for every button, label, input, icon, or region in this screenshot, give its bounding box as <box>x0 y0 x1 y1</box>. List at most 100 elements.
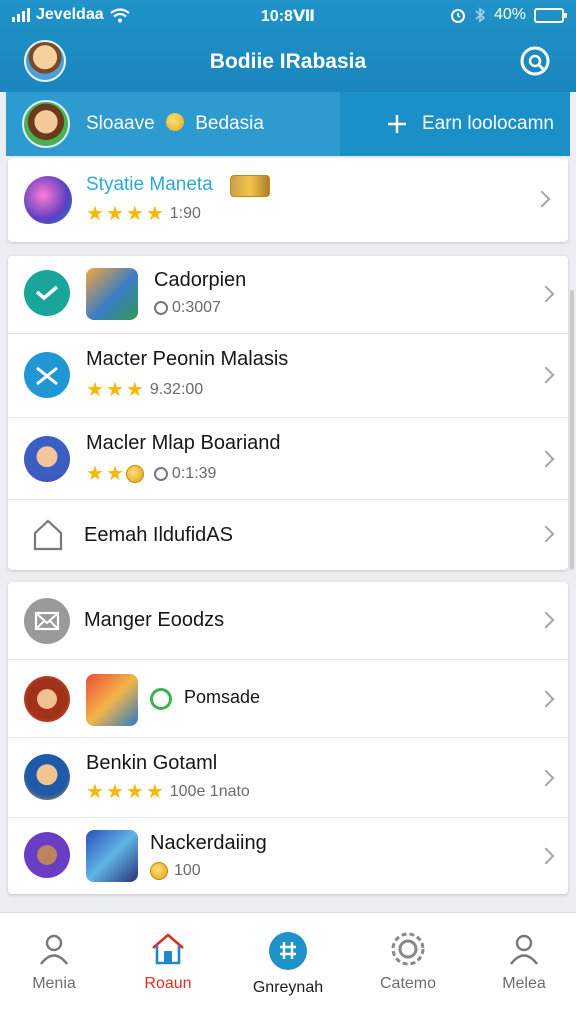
game-icon <box>24 676 70 722</box>
battery-label: 40% <box>493 6 526 23</box>
list-item[interactable]: Styatie Maneta ★ ★ ★ ★ 1:90 <box>8 158 568 242</box>
gear-icon <box>391 932 425 966</box>
search-icon[interactable] <box>518 44 554 80</box>
alarm-icon <box>450 9 465 23</box>
tab-label: Menia <box>32 975 76 992</box>
game-thumbnail <box>86 268 138 320</box>
status-dot-icon <box>150 688 172 710</box>
list-item[interactable]: Benkin Gotaml ★ ★ ★ ★ 100e 1nato <box>8 738 568 818</box>
list-item[interactable]: Pomsade <box>8 660 568 738</box>
star-icon: ★ <box>105 463 124 485</box>
clock-icon <box>154 301 168 315</box>
game-icon <box>24 436 70 482</box>
bottom-tab-bar: Menia Roaun Gnreynah Catemo Melea <box>0 912 576 1024</box>
person-icon <box>40 934 68 965</box>
list-item[interactable]: Macter Peonin Malasis ★ ★ ★ 9.32:00 <box>8 334 568 418</box>
bluetooth-icon <box>475 7 486 23</box>
app-header: Jeveldaa 10:8Ⅶ 40% Bodiie IRabasia <box>0 0 576 92</box>
earn-label: Earn loolocamn <box>421 113 554 134</box>
item-title: Eemah IldufidAS <box>84 524 233 546</box>
list-item[interactable]: Macler Mlap Boariand ★ ★ 0:1:39 <box>8 418 568 500</box>
star-icon: ★ <box>105 379 124 401</box>
item-title: Pomsade <box>184 687 261 707</box>
game-icon <box>24 832 70 878</box>
home-icon <box>33 519 63 551</box>
list-item[interactable]: Cadorpien 0:3007 <box>8 256 568 334</box>
grid-icon <box>269 932 307 970</box>
status-bar: Jeveldaa 10:8Ⅶ 40% <box>0 0 576 32</box>
list-item[interactable]: Manger Eoodzs <box>8 582 568 660</box>
game-icon <box>24 754 70 800</box>
tab-label: Gnreynah <box>252 979 324 996</box>
user-profile-block[interactable]: Sloaave Bedasia <box>6 92 340 156</box>
item-title: Macter Peonin Malasis <box>86 348 289 370</box>
coin-icon <box>230 175 270 197</box>
star-icon: ★ <box>125 379 144 401</box>
chevron-right-icon <box>537 366 555 384</box>
chevron-right-icon <box>537 450 555 468</box>
tab-label: Melea <box>502 975 546 992</box>
item-title: Cadorpien <box>154 269 247 291</box>
item-title: Benkin Gotaml <box>86 752 218 774</box>
star-icon: ★ <box>86 203 104 225</box>
item-title: Macler Mlap Boariand <box>86 432 281 454</box>
item-meta: 0:3007 <box>172 299 221 316</box>
user-name: Sloaave <box>86 113 155 134</box>
tab-melea[interactable]: Melea <box>472 931 576 993</box>
tab-label: Roaun <box>144 975 192 992</box>
tab-catemo[interactable]: Catemo <box>356 931 460 993</box>
chevron-right-icon <box>537 847 555 865</box>
star-icon: ★ <box>125 203 144 225</box>
star-icon: ★ <box>145 781 164 803</box>
user-avatar <box>22 100 70 148</box>
coin-icon <box>125 465 144 483</box>
check-icon <box>24 270 70 316</box>
person-icon <box>510 934 538 965</box>
tab-gnreynah[interactable]: Gnreynah <box>236 931 340 997</box>
game-thumbnail <box>86 830 138 882</box>
item-meta: 100 <box>174 862 201 879</box>
chevron-right-icon <box>537 525 555 543</box>
tab-menia[interactable]: Menia <box>2 931 106 993</box>
item-title: Styatie Maneta <box>86 174 213 195</box>
coin-icon <box>165 113 184 131</box>
list-item[interactable]: Nackerdaiing 100 <box>8 818 568 894</box>
star-icon: ★ <box>105 781 124 803</box>
home-icon <box>152 933 184 965</box>
shuffle-icon <box>24 352 70 398</box>
game-icon <box>24 176 72 224</box>
item-meta: 9.32:00 <box>149 381 204 398</box>
coin-icon <box>150 862 168 880</box>
item-meta: 100e 1nato <box>169 783 250 800</box>
item-meta: 1:90 <box>169 205 201 222</box>
tab-label: Catemo <box>379 975 437 992</box>
item-title: Manger Eoodzs <box>84 609 225 631</box>
plus-icon <box>387 115 406 133</box>
featured-card: Styatie Maneta ★ ★ ★ ★ 1:90 <box>8 158 568 242</box>
chevron-right-icon <box>537 285 555 303</box>
item-title: Nackerdaiing <box>150 832 267 854</box>
list-item[interactable]: Eemah IldufidAS <box>8 500 568 570</box>
game-thumbnail <box>86 674 138 726</box>
star-icon: ★ <box>145 203 164 225</box>
star-icon: ★ <box>86 379 104 401</box>
battery-icon <box>534 7 567 23</box>
more-games-card: Manger Eoodzs Pomsade Benkin Gotaml ★ ★ … <box>8 582 568 894</box>
chevron-right-icon <box>537 690 555 708</box>
clock-icon <box>153 467 168 481</box>
page-title: Bodiie IRabasia <box>209 50 367 73</box>
star-icon: ★ <box>125 781 144 803</box>
user-location: Bedasia <box>195 113 264 134</box>
mail-icon <box>24 598 70 644</box>
earn-action[interactable]: Earn loolocamn <box>340 92 570 156</box>
tab-roaun[interactable]: Roaun <box>116 931 220 993</box>
user-summary-bar: Sloaave Bedasia Earn loolocamn <box>6 92 570 156</box>
chevron-right-icon <box>537 769 555 787</box>
item-meta: 0:1:39 <box>171 465 217 482</box>
star-icon: ★ <box>86 781 104 803</box>
scrollbar[interactable] <box>570 290 574 570</box>
games-list-card: Cadorpien 0:3007 Macter Peonin Malasis ★… <box>8 256 568 570</box>
chevron-right-icon <box>537 611 555 629</box>
star-icon: ★ <box>105 203 124 225</box>
star-icon: ★ <box>86 463 104 485</box>
